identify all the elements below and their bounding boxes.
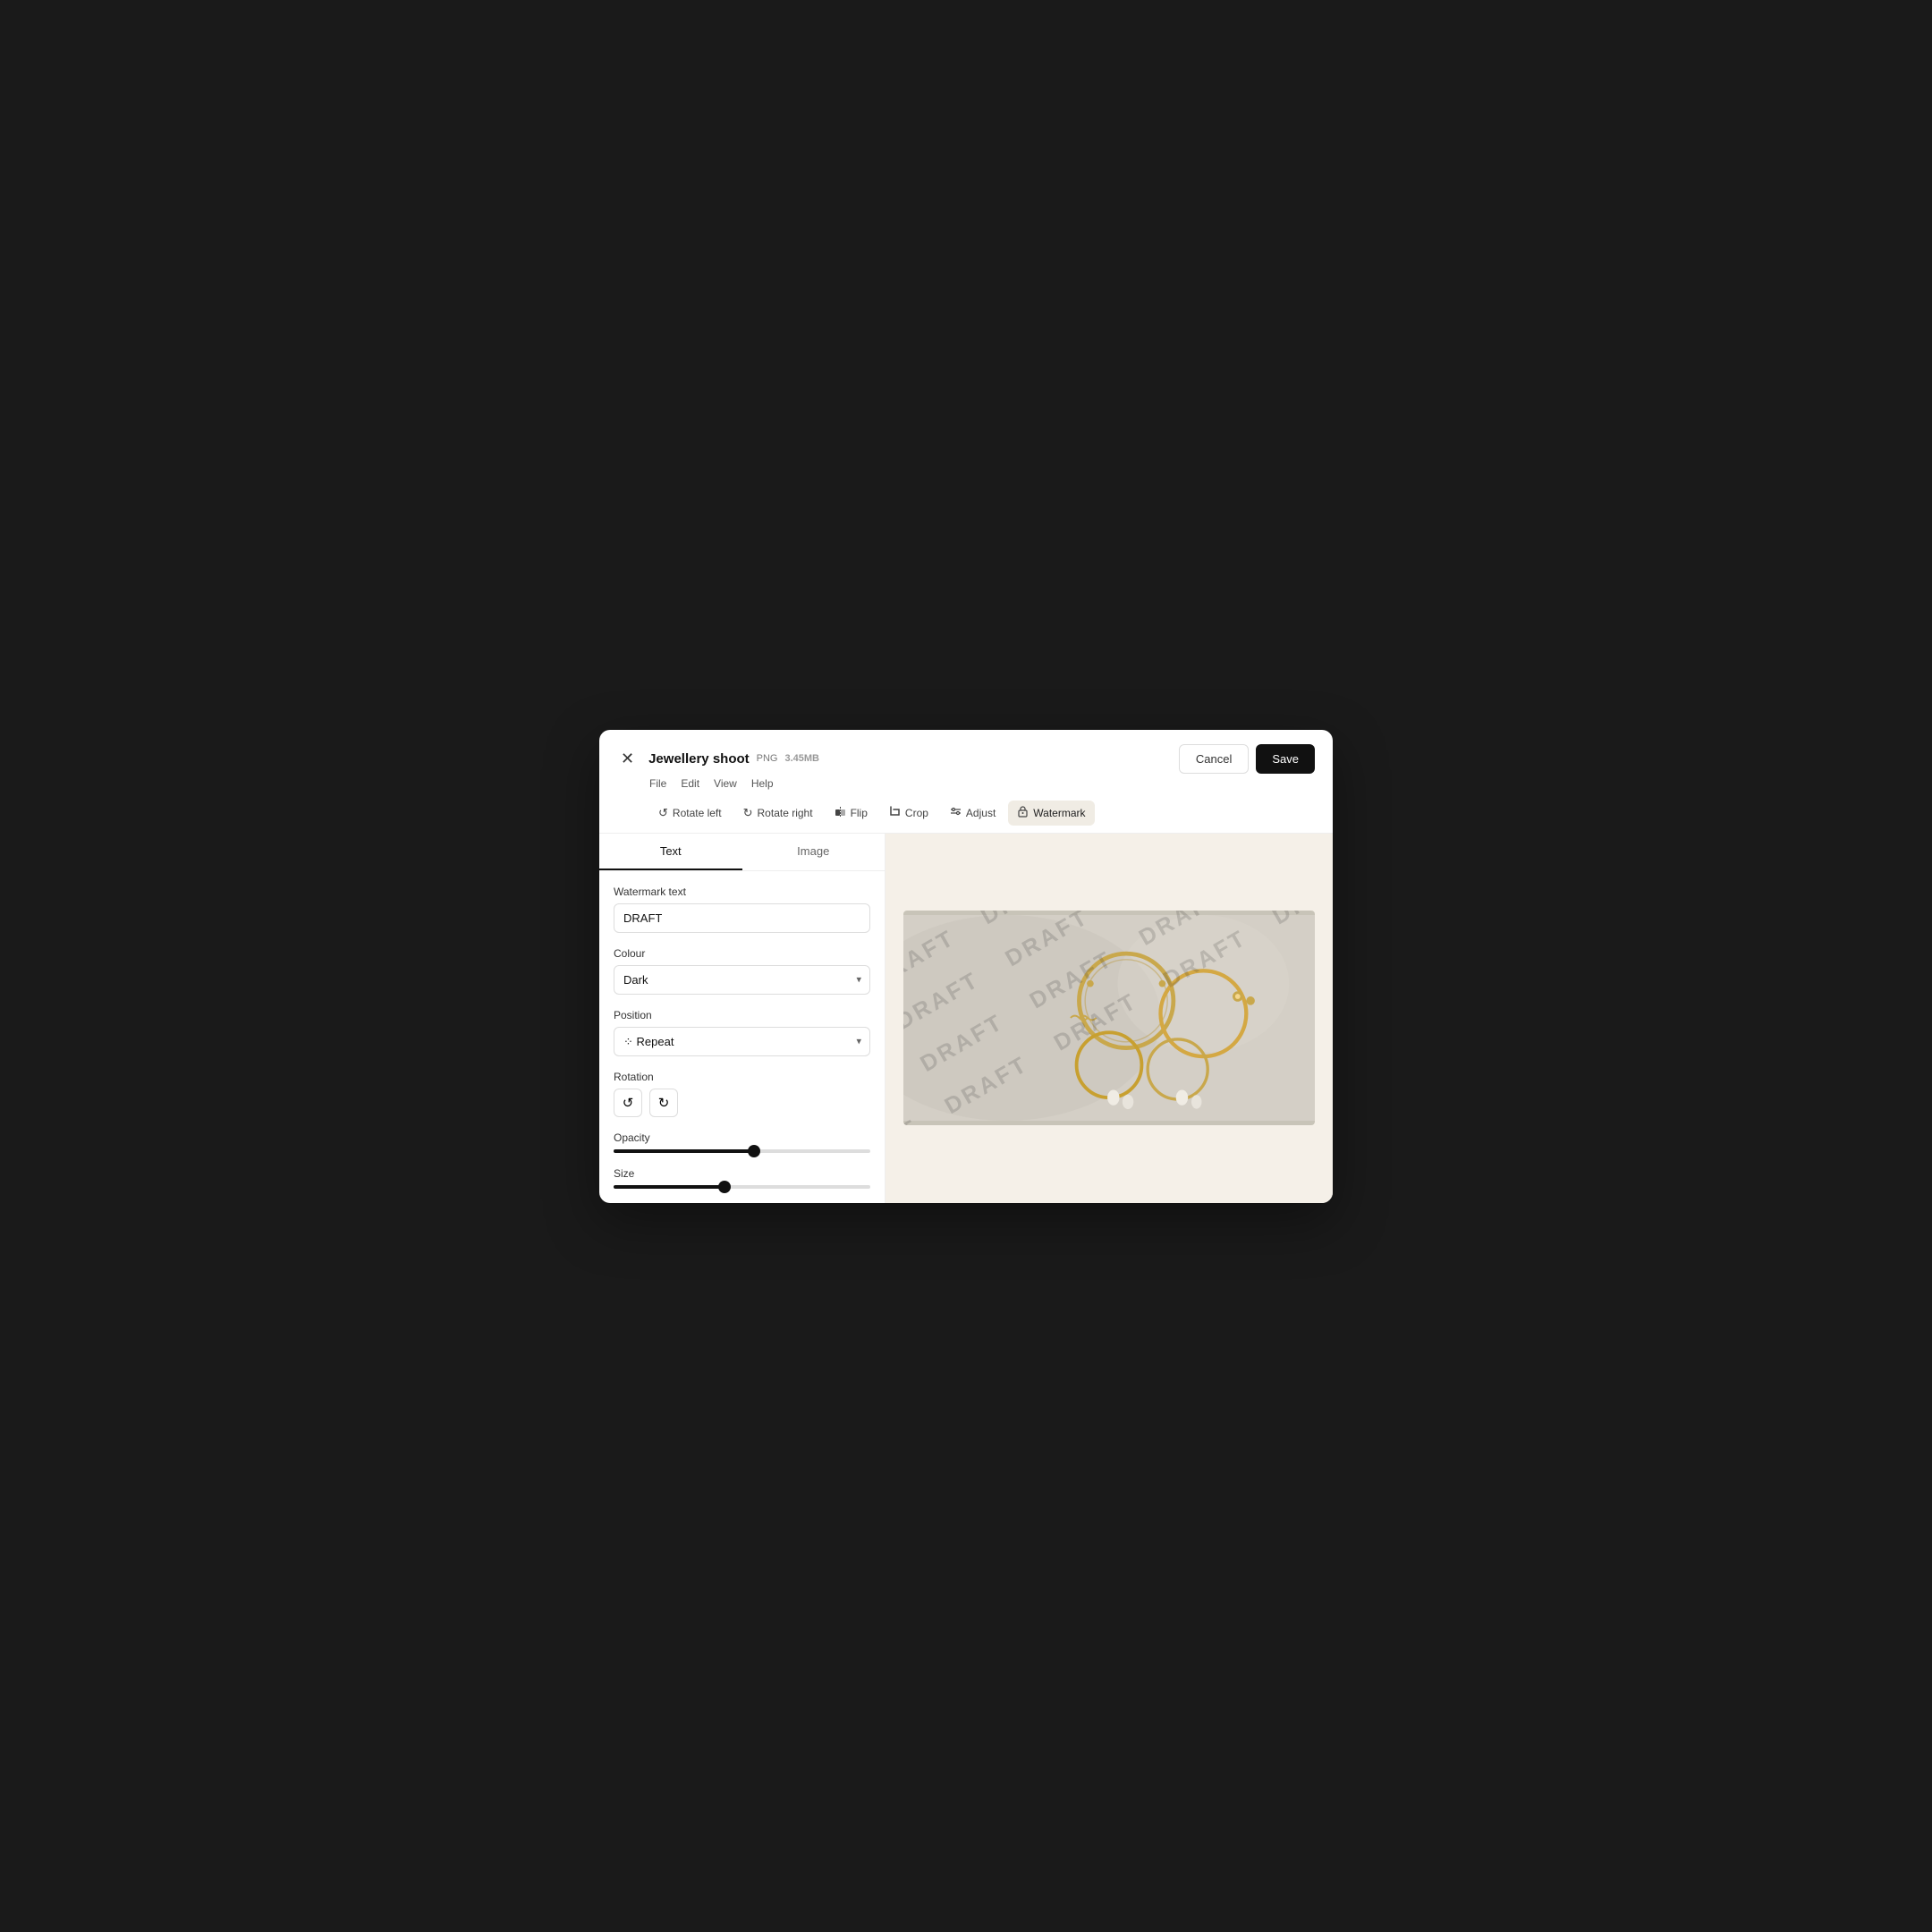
main-content: Text Image Watermark text Colour Dark Li… <box>599 834 1333 1203</box>
rotation-label: Rotation <box>614 1071 870 1083</box>
rotate-right-icon: ↻ <box>743 806 753 820</box>
flip-icon <box>835 806 846 820</box>
colour-label: Colour <box>614 947 870 960</box>
adjust-label: Adjust <box>966 807 996 819</box>
opacity-group: Opacity <box>614 1131 870 1153</box>
file-title-row: Jewellery shoot PNG 3.45MB <box>648 751 819 767</box>
watermark-text-group: Watermark text <box>614 886 870 933</box>
rotate-counter-clockwise-button[interactable]: ↺ <box>614 1089 642 1117</box>
toolbar: ↺ Rotate left ↻ Rotate right Flip <box>599 793 1333 834</box>
jewelry-image: DRAFT DRAFT DRAFT DRAFT DRAFT DRAFT DRAF… <box>903 911 1315 1125</box>
rotate-clockwise-button[interactable]: ↻ <box>649 1089 678 1117</box>
editor-modal: ✕ Jewellery shoot PNG 3.45MB Cancel Save… <box>599 730 1333 1203</box>
opacity-slider[interactable] <box>614 1149 870 1153</box>
close-button[interactable]: ✕ <box>617 746 638 772</box>
crop-button[interactable]: Crop <box>880 801 937 826</box>
colour-select-wrapper: Dark Light Custom ▾ <box>614 965 870 995</box>
rotate-left-label: Rotate left <box>673 807 722 819</box>
watermark-label: Watermark <box>1033 807 1085 819</box>
tab-image[interactable]: Image <box>742 834 886 870</box>
position-select[interactable]: ⁘ Repeat Center Top Left Top Right Botto… <box>614 1027 870 1056</box>
file-info: Jewellery shoot PNG 3.45MB <box>648 751 819 767</box>
menu-file[interactable]: File <box>649 777 666 790</box>
watermark-text-input[interactable] <box>614 903 870 933</box>
flip-label: Flip <box>851 807 868 819</box>
position-group: Position ⁘ Repeat Center Top Left Top Ri… <box>614 1009 870 1056</box>
watermark-overlay: DRAFT DRAFT DRAFT DRAFT DRAFT DRAFT DRAF… <box>903 911 1315 1125</box>
sidebar: Text Image Watermark text Colour Dark Li… <box>599 834 886 1203</box>
save-button[interactable]: Save <box>1256 744 1315 774</box>
watermark-icon <box>1017 806 1029 820</box>
rotation-group: Rotation ↺ ↻ <box>614 1071 870 1117</box>
tab-text[interactable]: Text <box>599 834 742 870</box>
adjust-button[interactable]: Adjust <box>941 801 1004 826</box>
file-name: Jewellery shoot <box>648 751 750 767</box>
file-size: 3.45MB <box>784 753 819 764</box>
menu-edit[interactable]: Edit <box>681 777 699 790</box>
size-slider-container <box>614 1185 870 1189</box>
image-preview: DRAFT DRAFT DRAFT DRAFT DRAFT DRAFT DRAF… <box>903 911 1315 1125</box>
size-label: Size <box>614 1167 870 1180</box>
rotate-right-button[interactable]: ↻ Rotate right <box>734 801 822 826</box>
rotation-controls: ↺ ↻ <box>614 1089 870 1117</box>
header-left: ✕ Jewellery shoot PNG 3.45MB <box>617 746 819 772</box>
colour-group: Colour Dark Light Custom ▾ <box>614 947 870 995</box>
rotate-right-label: Rotate right <box>758 807 813 819</box>
menu-view[interactable]: View <box>714 777 737 790</box>
adjust-icon <box>950 806 962 820</box>
opacity-label: Opacity <box>614 1131 870 1144</box>
watermark-button[interactable]: Watermark <box>1008 801 1094 826</box>
modal-header: ✕ Jewellery shoot PNG 3.45MB Cancel Save <box>599 730 1333 774</box>
rotate-left-button[interactable]: ↺ Rotate left <box>649 801 731 826</box>
crop-label: Crop <box>905 807 928 819</box>
menu-help[interactable]: Help <box>751 777 774 790</box>
canvas-area: DRAFT DRAFT DRAFT DRAFT DRAFT DRAFT DRAF… <box>886 834 1333 1203</box>
flip-button[interactable]: Flip <box>826 801 877 826</box>
position-select-wrapper: ⁘ Repeat Center Top Left Top Right Botto… <box>614 1027 870 1056</box>
menu-bar: File Edit View Help <box>599 774 1333 793</box>
crop-icon <box>889 806 901 820</box>
cancel-button[interactable]: Cancel <box>1179 744 1249 774</box>
position-label: Position <box>614 1009 870 1021</box>
rotate-left-icon: ↺ <box>658 806 668 820</box>
size-group: Size <box>614 1167 870 1189</box>
watermark-text-label: Watermark text <box>614 886 870 898</box>
file-type-badge: PNG <box>757 753 778 764</box>
opacity-slider-container <box>614 1149 870 1153</box>
header-actions: Cancel Save <box>1179 744 1315 774</box>
sidebar-form: Watermark text Colour Dark Light Custom … <box>599 871 885 1203</box>
size-slider[interactable] <box>614 1185 870 1189</box>
sidebar-tabs: Text Image <box>599 834 885 871</box>
colour-select[interactable]: Dark Light Custom <box>614 965 870 995</box>
